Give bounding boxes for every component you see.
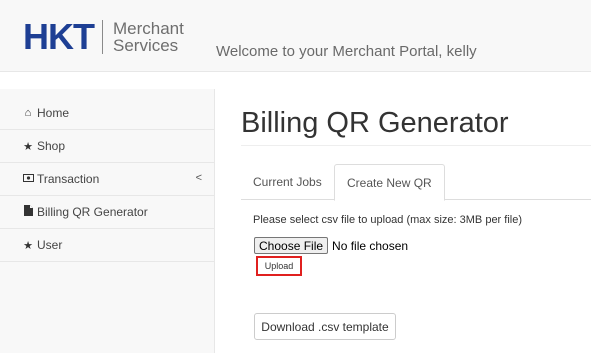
logo-divider — [102, 20, 103, 54]
money-icon — [21, 173, 35, 185]
download-csv-template-button[interactable]: Download .csv template — [254, 313, 396, 340]
choose-file-button[interactable]: Choose File — [254, 237, 329, 254]
chevron-left-icon[interactable]: < — [196, 172, 202, 184]
sidebar-item-transaction[interactable]: Transaction < — [0, 163, 214, 196]
title-divider — [241, 145, 591, 146]
sidebar-item-label: User — [37, 238, 63, 252]
logo-brand: HKT — [23, 16, 95, 57]
upload-instruction: Please select csv file to upload (max si… — [253, 214, 523, 226]
logo-line-1: Merchant — [113, 19, 184, 38]
sidebar-item-shop[interactable]: ★ Shop — [0, 130, 214, 163]
sidebar-item-billing-qr-generator[interactable]: Billing QR Generator — [0, 196, 214, 229]
upload-button[interactable]: Upload — [256, 256, 302, 276]
sidebar-item-label: Billing QR Generator — [37, 205, 148, 219]
tab-current-jobs[interactable]: Current Jobs — [241, 164, 334, 200]
sidebar-item-label: Transaction — [37, 172, 100, 186]
logo-subtitle: Merchant Services — [113, 20, 184, 54]
top-header: HKT Merchant Services Welcome to your Me… — [0, 0, 591, 72]
page-title: Billing QR Generator — [241, 107, 509, 139]
tab-bar: Current Jobs Create New QR — [241, 164, 591, 201]
star-icon: ★ — [23, 239, 33, 252]
hkt-logo[interactable]: HKT Merchant Services — [23, 17, 184, 57]
tab-create-new-qr[interactable]: Create New QR — [334, 164, 445, 201]
sidebar-item-label: Shop — [37, 139, 66, 153]
sidebar-item-label: Home — [37, 106, 70, 120]
star-icon: ★ — [23, 140, 33, 153]
welcome-message: Welcome to your Merchant Portal, kelly — [216, 43, 477, 60]
sidebar-item-home[interactable]: ⌂ Home — [0, 97, 214, 130]
logo-line-2: Services — [113, 36, 179, 55]
sidebar: ⌂ Home ★ Shop Transaction < Billing QR G… — [0, 89, 215, 353]
home-icon: ⌂ — [24, 107, 32, 119]
file-status: No file chosen — [332, 238, 409, 253]
file-input[interactable]: Choose File No file chosen — [254, 237, 408, 254]
file-icon — [21, 205, 35, 219]
sidebar-item-user[interactable]: ★ User — [0, 229, 214, 262]
